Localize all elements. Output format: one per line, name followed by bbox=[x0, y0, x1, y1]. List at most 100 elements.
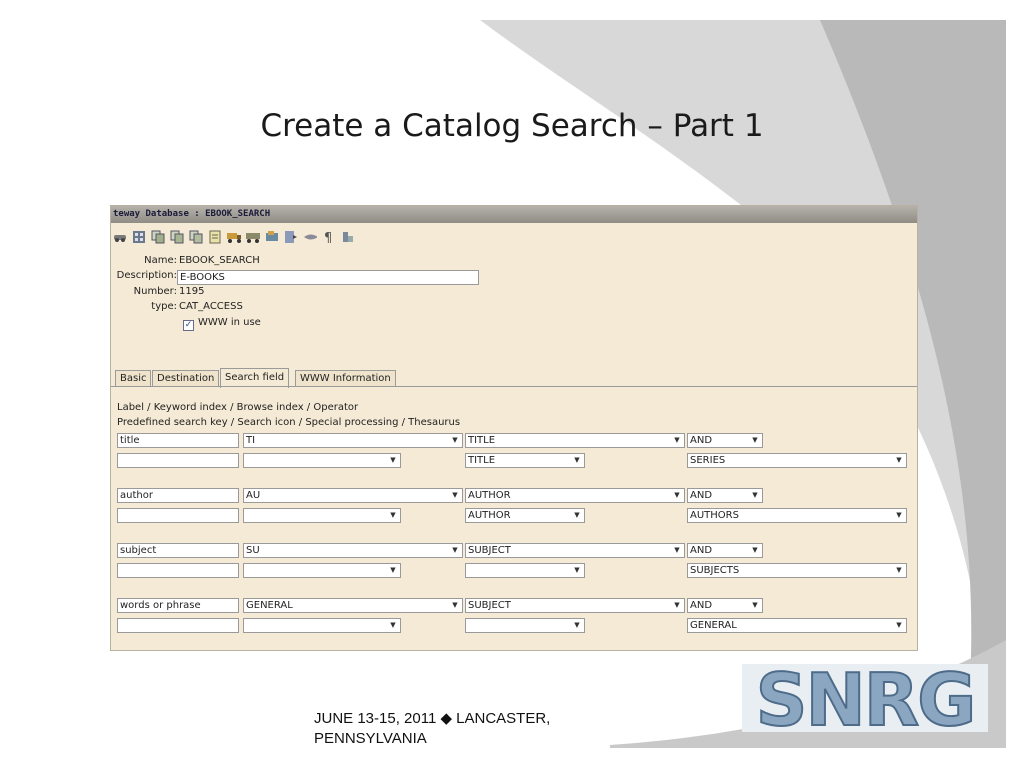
keyword-index-select[interactable]: SU ▼ bbox=[243, 543, 463, 558]
chevron-down-icon: ▼ bbox=[390, 511, 396, 519]
special-processing-select[interactable]: ▼ bbox=[465, 563, 585, 578]
operator-value: AND bbox=[690, 545, 713, 556]
cart-icon[interactable] bbox=[265, 230, 279, 244]
keyword-index-select[interactable]: AU ▼ bbox=[243, 488, 463, 503]
special-processing-select[interactable]: TITLE ▼ bbox=[465, 453, 585, 468]
predefined-search-key-input[interactable] bbox=[117, 563, 239, 578]
slide-title: Create a Catalog Search – Part 1 bbox=[260, 108, 764, 144]
number-value: 1195 bbox=[179, 286, 205, 297]
chevron-down-icon: ▼ bbox=[574, 456, 580, 464]
type-label: type: bbox=[151, 301, 177, 312]
chevron-down-icon: ▼ bbox=[674, 436, 680, 444]
name-label: Name: bbox=[144, 255, 177, 266]
chevron-down-icon: ▼ bbox=[752, 491, 758, 499]
predefined-search-key-input[interactable] bbox=[117, 618, 239, 633]
chevron-down-icon: ▼ bbox=[674, 601, 680, 609]
search-label-input[interactable]: subject bbox=[117, 543, 239, 558]
browse-index-select[interactable]: TITLE ▼ bbox=[465, 433, 685, 448]
special-processing-value: AUTHOR bbox=[468, 510, 511, 521]
thesaurus-value: GENERAL bbox=[690, 620, 737, 631]
grid-icon[interactable] bbox=[132, 230, 146, 244]
type-value: CAT_ACCESS bbox=[179, 301, 243, 312]
search-icon-select[interactable]: ▼ bbox=[243, 508, 401, 523]
description-label: Description: bbox=[116, 270, 177, 281]
chevron-down-icon: ▼ bbox=[752, 436, 758, 444]
truck-icon[interactable] bbox=[227, 230, 241, 244]
copy-third-icon[interactable] bbox=[189, 230, 203, 244]
browse-index-select[interactable]: SUBJECT ▼ bbox=[465, 543, 685, 558]
special-processing-value: TITLE bbox=[468, 455, 496, 466]
catalog-search-window: teway Database : EBOOK_SEARCH ¶ Name: EB… bbox=[110, 205, 918, 651]
chevron-down-icon: ▼ bbox=[574, 621, 580, 629]
car-icon[interactable] bbox=[113, 230, 127, 244]
chevron-down-icon: ▼ bbox=[574, 566, 580, 574]
browse-index-value: SUBJECT bbox=[468, 600, 511, 611]
operator-value: AND bbox=[690, 600, 713, 611]
browse-index-select[interactable]: SUBJECT ▼ bbox=[465, 598, 685, 613]
copy-alt-icon[interactable] bbox=[170, 230, 184, 244]
thesaurus-select[interactable]: SUBJECTS ▼ bbox=[687, 563, 907, 578]
handshake-icon[interactable] bbox=[303, 230, 317, 244]
search-icon-select[interactable]: ▼ bbox=[243, 453, 401, 468]
search-icon-select[interactable]: ▼ bbox=[243, 618, 401, 633]
thesaurus-select[interactable]: GENERAL ▼ bbox=[687, 618, 907, 633]
description-field[interactable]: E-BOOKS bbox=[177, 270, 479, 285]
thesaurus-select[interactable]: AUTHORS ▼ bbox=[687, 508, 907, 523]
chevron-down-icon: ▼ bbox=[674, 491, 680, 499]
keyword-index-value: TI bbox=[246, 435, 256, 446]
keyword-index-select[interactable]: TI ▼ bbox=[243, 433, 463, 448]
tab-divider bbox=[111, 386, 917, 387]
chevron-down-icon: ▼ bbox=[896, 621, 902, 629]
chevron-down-icon: ▼ bbox=[390, 621, 396, 629]
thesaurus-value: AUTHORS bbox=[690, 510, 739, 521]
chevron-down-icon: ▼ bbox=[752, 546, 758, 554]
tab-destination[interactable]: Destination bbox=[152, 370, 220, 387]
chevron-down-icon: ▼ bbox=[452, 491, 458, 499]
search-label-input[interactable]: title bbox=[117, 433, 239, 448]
chevron-down-icon: ▼ bbox=[390, 456, 396, 464]
chevron-down-icon: ▼ bbox=[574, 511, 580, 519]
operator-select[interactable]: AND ▼ bbox=[687, 488, 763, 503]
www-in-use-checkbox[interactable]: ✓ bbox=[183, 320, 194, 331]
browse-index-value: TITLE bbox=[468, 435, 496, 446]
thesaurus-value: SUBJECTS bbox=[690, 565, 740, 576]
thesaurus-select[interactable]: SERIES ▼ bbox=[687, 453, 907, 468]
www-in-use-label: WWW in use bbox=[198, 317, 261, 328]
predefined-search-key-input[interactable] bbox=[117, 453, 239, 468]
keyword-index-value: AU bbox=[246, 490, 261, 501]
search-label-input[interactable]: author bbox=[117, 488, 239, 503]
operator-select[interactable]: AND ▼ bbox=[687, 543, 763, 558]
special-processing-select[interactable]: ▼ bbox=[465, 618, 585, 633]
search-label-input[interactable]: words or phrase bbox=[117, 598, 239, 613]
tab-search-field[interactable]: Search field bbox=[220, 368, 290, 388]
footer-line-2: PENNSYLVANIA bbox=[314, 730, 427, 747]
window-title: teway Database : EBOOK_SEARCH bbox=[113, 209, 271, 219]
tab-www-information[interactable]: WWW Information bbox=[295, 370, 396, 387]
operator-select[interactable]: AND ▼ bbox=[687, 598, 763, 613]
chevron-down-icon: ▼ bbox=[390, 566, 396, 574]
predefined-search-key-input[interactable] bbox=[117, 508, 239, 523]
chevron-down-icon: ▼ bbox=[452, 436, 458, 444]
browse-index-select[interactable]: AUTHOR ▼ bbox=[465, 488, 685, 503]
keyword-index-value: GENERAL bbox=[246, 600, 293, 611]
vehicle-icon[interactable] bbox=[246, 230, 260, 244]
chevron-down-icon: ▼ bbox=[752, 601, 758, 609]
keyword-index-select[interactable]: GENERAL ▼ bbox=[243, 598, 463, 613]
snrg-logo: SNRG bbox=[742, 664, 988, 732]
footer-line-1: JUNE 13-15, 2011 ◆ LANCASTER, bbox=[314, 710, 551, 727]
copy-icon[interactable] bbox=[151, 230, 165, 244]
search-icon-select[interactable]: ▼ bbox=[243, 563, 401, 578]
search-field-header-2: Predefined search key / Search icon / Sp… bbox=[117, 417, 461, 428]
svg-text:SNRG: SNRG bbox=[756, 664, 975, 732]
tab-basic[interactable]: Basic bbox=[115, 370, 152, 387]
footer-text: JUNE 13-15, 2011 ◆ LANCASTER, PENNSYLVAN… bbox=[314, 709, 654, 749]
stack-icon[interactable] bbox=[341, 230, 355, 244]
svg-text:¶: ¶ bbox=[324, 231, 332, 244]
export-icon[interactable] bbox=[284, 230, 298, 244]
search-field-header-1: Label / Keyword index / Browse index / O… bbox=[117, 402, 359, 413]
special-processing-select[interactable]: AUTHOR ▼ bbox=[465, 508, 585, 523]
document-icon[interactable] bbox=[208, 230, 222, 244]
paragraph-icon[interactable]: ¶ bbox=[322, 230, 336, 244]
operator-select[interactable]: AND ▼ bbox=[687, 433, 763, 448]
keyword-index-value: SU bbox=[246, 545, 260, 556]
